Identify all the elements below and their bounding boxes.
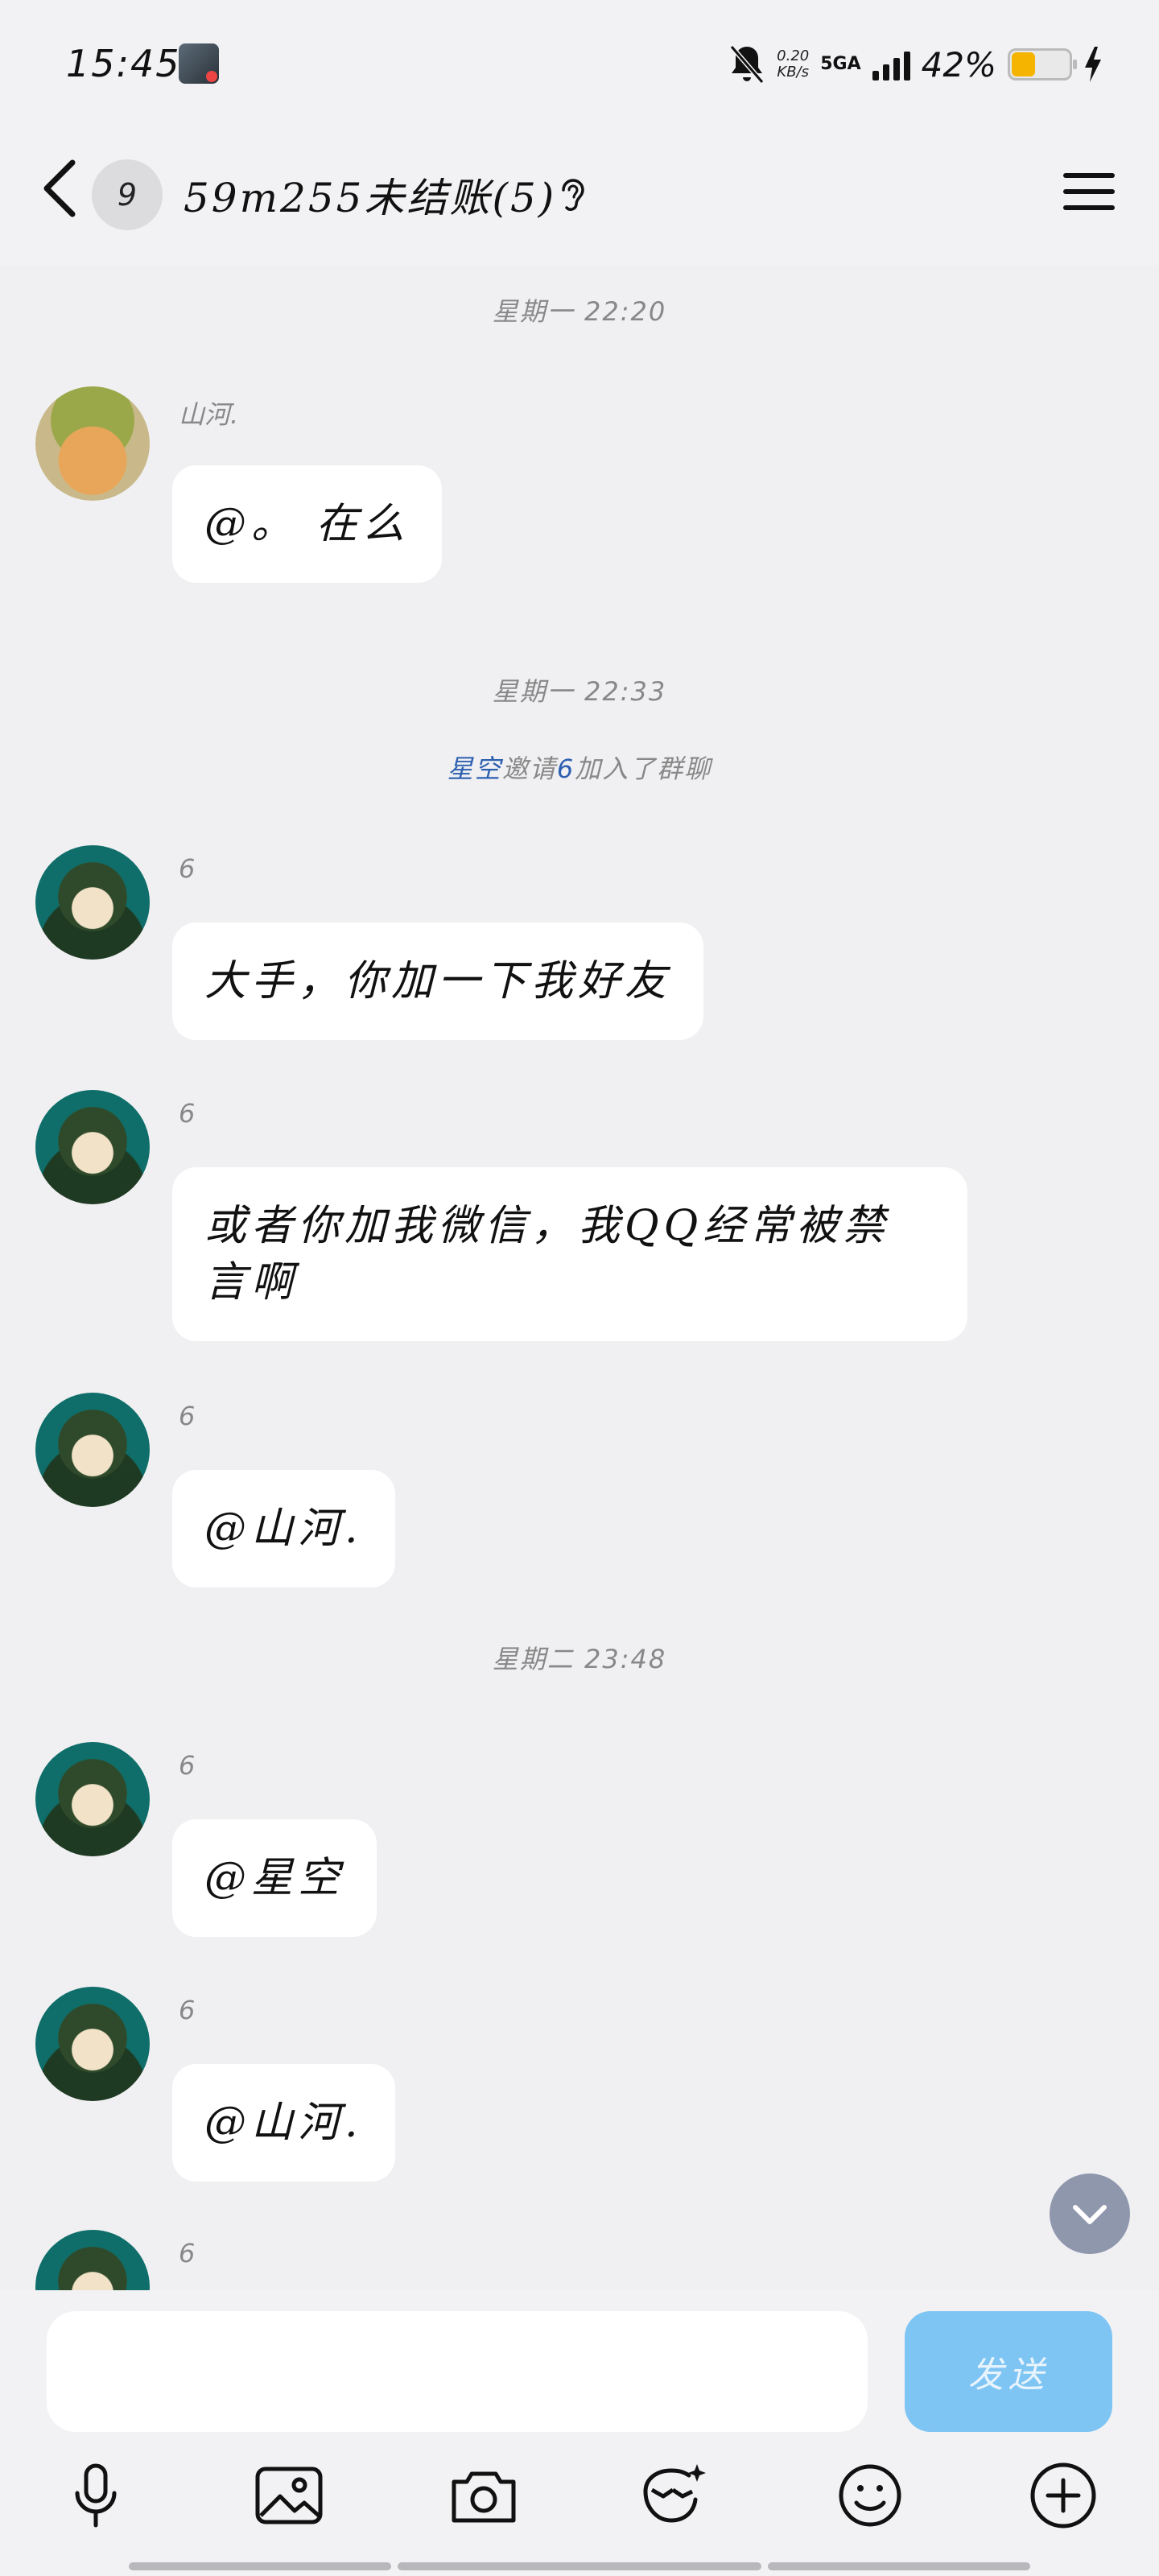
chat-header: 9 59m255未结账(5) bbox=[0, 121, 1159, 266]
sender-name: 6 bbox=[179, 853, 196, 884]
ear-icon[interactable] bbox=[555, 174, 591, 219]
sender-name: 6 bbox=[179, 2238, 196, 2268]
charging-bolt-icon bbox=[1085, 47, 1101, 82]
message-bubble[interactable]: @。 在么 bbox=[172, 465, 442, 583]
battery-percent: 42% bbox=[921, 44, 996, 85]
avatar[interactable] bbox=[35, 1987, 150, 2101]
group-chat-title[interactable]: 59m255未结账(5) bbox=[184, 166, 556, 224]
timestamp: 星期二 23:48 bbox=[492, 1644, 667, 1674]
system-notice-tail: 加入了群聊 bbox=[575, 753, 712, 784]
menu-icon[interactable] bbox=[1062, 167, 1116, 216]
message-list[interactable]: 星期一 22:20 山河. @。 在么 星期一 22:33 星空邀请6加入了群聊… bbox=[0, 266, 1159, 2290]
avatar[interactable] bbox=[35, 386, 150, 501]
avatar[interactable] bbox=[35, 1393, 150, 1507]
emoji-icon[interactable] bbox=[834, 2459, 906, 2532]
network-speed: 0.20 KB/s bbox=[777, 48, 809, 80]
timestamp: 星期一 22:33 bbox=[492, 676, 667, 707]
sticker-icon[interactable] bbox=[636, 2459, 708, 2532]
system-notice-mid: 邀请 bbox=[501, 753, 557, 784]
network-speed-unit: KB/s bbox=[777, 64, 809, 80]
sender-name: 6 bbox=[179, 1750, 196, 1781]
message-bubble[interactable]: @星空 bbox=[172, 1819, 377, 1937]
image-icon[interactable] bbox=[253, 2459, 325, 2532]
avatar[interactable] bbox=[35, 1090, 150, 1204]
avatar[interactable] bbox=[35, 2230, 150, 2290]
message-input[interactable] bbox=[47, 2311, 868, 2432]
composer-toolbar bbox=[0, 2451, 1159, 2540]
timestamp: 星期一 22:20 bbox=[492, 296, 667, 327]
gesture-bar-segment bbox=[768, 2562, 1030, 2570]
status-indicators: 0.20 KB/s 5GA 42% bbox=[728, 40, 1103, 89]
battery-icon bbox=[1008, 48, 1077, 80]
send-button[interactable]: 发送 bbox=[905, 2311, 1112, 2432]
message-text-line: 或者你加我微信，我QQ经常被禁 bbox=[204, 1202, 890, 1250]
sender-name: 6 bbox=[179, 1098, 196, 1129]
composer: 发送 bbox=[0, 2290, 1159, 2576]
message-bubble[interactable]: 大手，你加一下我好友 bbox=[172, 923, 704, 1040]
battery-fill bbox=[1012, 52, 1035, 76]
chevron-down-icon bbox=[1073, 2205, 1107, 2224]
notification-app-icon bbox=[179, 43, 219, 84]
plus-icon[interactable] bbox=[1027, 2459, 1099, 2532]
avatar[interactable] bbox=[35, 1742, 150, 1856]
status-time: 15:45 bbox=[66, 42, 181, 85]
network-type-label: 5GA bbox=[820, 54, 861, 74]
signal-strength-icon bbox=[872, 48, 910, 80]
network-speed-value: 0.20 bbox=[777, 47, 810, 64]
gesture-bar-segment bbox=[129, 2562, 391, 2570]
message-bubble[interactable]: @山河. bbox=[172, 1470, 395, 1587]
message-bubble[interactable]: @山河. bbox=[172, 2064, 395, 2182]
message-text-line: 言啊 bbox=[204, 1258, 299, 1307]
microphone-icon[interactable] bbox=[60, 2459, 132, 2532]
gesture-bar-segment bbox=[398, 2562, 761, 2570]
camera-icon[interactable] bbox=[448, 2459, 520, 2532]
sender-name: 6 bbox=[179, 1401, 196, 1431]
invitee-link[interactable]: 6 bbox=[557, 753, 575, 784]
scroll-to-bottom-button[interactable] bbox=[1050, 2174, 1130, 2254]
back-arrow-icon[interactable] bbox=[37, 156, 85, 221]
avatar[interactable] bbox=[35, 845, 150, 960]
status-bar: 15:45 0.20 KB/s 5GA 42% bbox=[0, 0, 1159, 121]
message-bubble[interactable]: 或者你加我微信，我QQ经常被禁 言啊 bbox=[172, 1167, 967, 1341]
unread-count-badge[interactable]: 9 bbox=[92, 159, 163, 230]
network-type: 5GA bbox=[820, 55, 860, 74]
system-notice: 星空邀请6加入了群聊 bbox=[0, 749, 1159, 786]
sender-name: 山河. bbox=[179, 399, 239, 430]
inviter-link[interactable]: 星空 bbox=[448, 753, 502, 784]
sender-name: 6 bbox=[179, 1995, 196, 2025]
mute-bell-icon bbox=[729, 45, 765, 84]
